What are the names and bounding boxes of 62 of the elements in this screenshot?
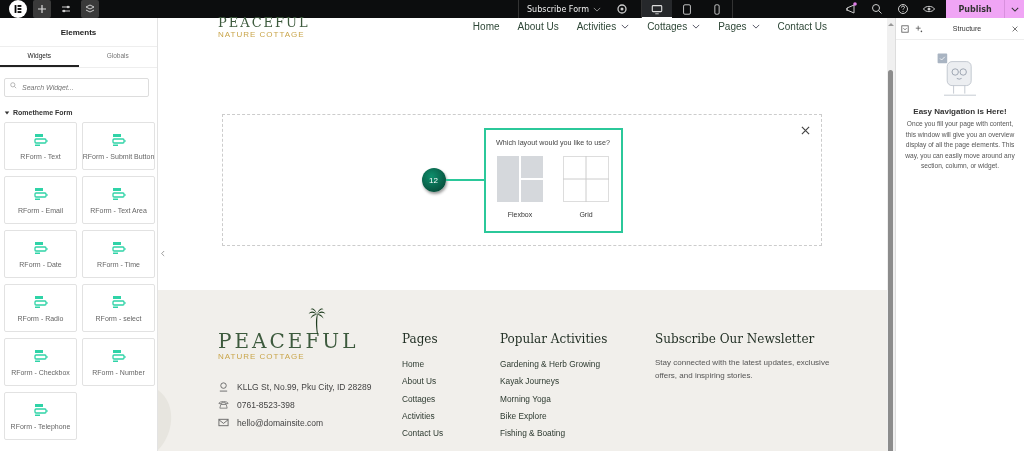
nav-link[interactable]: Home (472, 21, 500, 32)
form-field-icon (32, 402, 49, 417)
footer-heading: Pages (402, 332, 439, 346)
tablet-icon (681, 3, 693, 15)
elementor-logo-icon[interactable] (9, 0, 27, 18)
site-logo[interactable]: PEACEFUL NATURE COTTAGE (218, 18, 310, 39)
step-badge: 12 (421, 168, 446, 192)
footer-link[interactable]: Contact Us (402, 425, 500, 443)
form-field-icon (32, 240, 49, 255)
form-field-icon (32, 186, 49, 201)
footer-link[interactable]: About Us (402, 373, 500, 391)
contact-text: KLLG St, No.99, Pku City, ID 28289 (237, 381, 372, 392)
footer-heading: Popular Activities (500, 332, 609, 346)
desktop-view-tab[interactable] (642, 0, 672, 18)
footer-link[interactable]: Kayak Journeys (500, 373, 655, 391)
desktop-icon (651, 3, 663, 15)
footer-link[interactable]: Bike Explore (500, 407, 655, 426)
nav-link[interactable]: Contact Us (777, 21, 827, 32)
chevron-down-icon (593, 6, 601, 12)
form-field-icon (110, 348, 127, 363)
close-icon[interactable] (801, 126, 810, 135)
footer-link[interactable]: Activities (402, 407, 500, 426)
collapse-icon[interactable] (901, 24, 909, 33)
form-field-icon (110, 132, 127, 147)
form-field-icon (32, 294, 49, 309)
layers-icon[interactable] (81, 0, 99, 18)
footer-link[interactable]: Fishing & Boating (500, 425, 655, 443)
panel-title: Elements (0, 18, 157, 47)
chevron-down-icon (1010, 6, 1019, 12)
nav-link[interactable]: Activities (576, 21, 630, 32)
footer-logo[interactable]: PEACEFUL NATURE COTTAGE (218, 308, 402, 361)
location-icon (218, 381, 229, 392)
nav-link[interactable]: About Us (517, 21, 559, 32)
phone-icon (711, 3, 723, 15)
add-icon[interactable] (33, 0, 51, 18)
phone-icon (218, 399, 229, 410)
form-field-icon (110, 240, 127, 255)
newsletter-text: Stay connected with the latest updates, exclusive offers, and inspiring stories. (655, 357, 831, 382)
form-field-icon (32, 132, 49, 147)
caret-icon (4, 109, 10, 116)
footer-link[interactable]: Cottages (402, 390, 500, 408)
footer-link[interactable]: Home (402, 356, 500, 374)
contact-text: hello@domainsite.com (237, 417, 324, 428)
footer-heading: Subscribe Our Newsletter (655, 332, 816, 346)
chevron-down-icon (751, 24, 760, 29)
contact-text: 0761-8523-398 (237, 399, 295, 410)
sparkle-icon[interactable] (915, 24, 923, 33)
publish-button[interactable]: Publish (946, 0, 1004, 18)
close-icon[interactable] (1011, 24, 1019, 33)
form-field-icon (110, 294, 127, 309)
footer-link[interactable]: Gardening & Herb Growing (500, 356, 655, 374)
footer-link[interactable]: Morning Yoga (500, 390, 655, 408)
chevron-down-icon (621, 24, 630, 29)
mail-icon (218, 417, 229, 428)
form-field-icon (110, 186, 127, 201)
chevron-down-icon (692, 24, 701, 29)
form-field-icon (32, 348, 49, 363)
grid-layout-icon (563, 155, 609, 202)
empty-state-heading: Easy Navigation is Here! (913, 107, 1007, 116)
nav-link[interactable]: Pages (718, 21, 760, 32)
flexbox-layout-icon (497, 155, 543, 202)
nav-link[interactable]: Cottages (647, 21, 701, 32)
